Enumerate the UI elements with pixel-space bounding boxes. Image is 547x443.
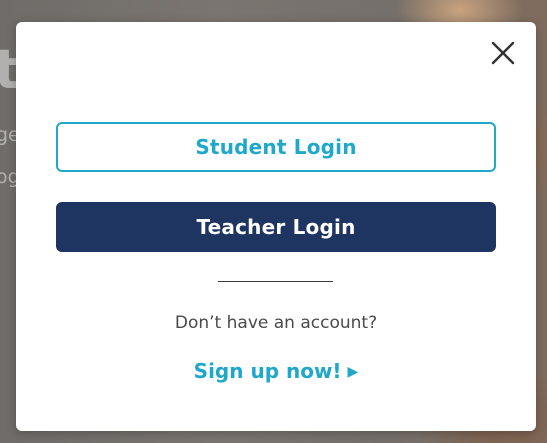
teacher-login-button[interactable]: Teacher Login — [56, 202, 496, 252]
teacher-login-label: Teacher Login — [196, 215, 356, 239]
signup-link[interactable]: Sign up now! ▶ — [16, 359, 536, 383]
student-login-button[interactable]: Student Login — [56, 122, 496, 172]
no-account-text: Don’t have an account? — [174, 313, 378, 333]
chevron-right-icon: ▶ — [347, 364, 359, 380]
student-login-label: Student Login — [195, 135, 357, 159]
login-modal: Student Login Teacher Login Don’t have a… — [16, 22, 536, 431]
signup-label: Sign up now! — [193, 359, 342, 383]
divider — [218, 281, 333, 282]
close-button[interactable] — [488, 38, 518, 68]
close-icon — [491, 41, 515, 65]
